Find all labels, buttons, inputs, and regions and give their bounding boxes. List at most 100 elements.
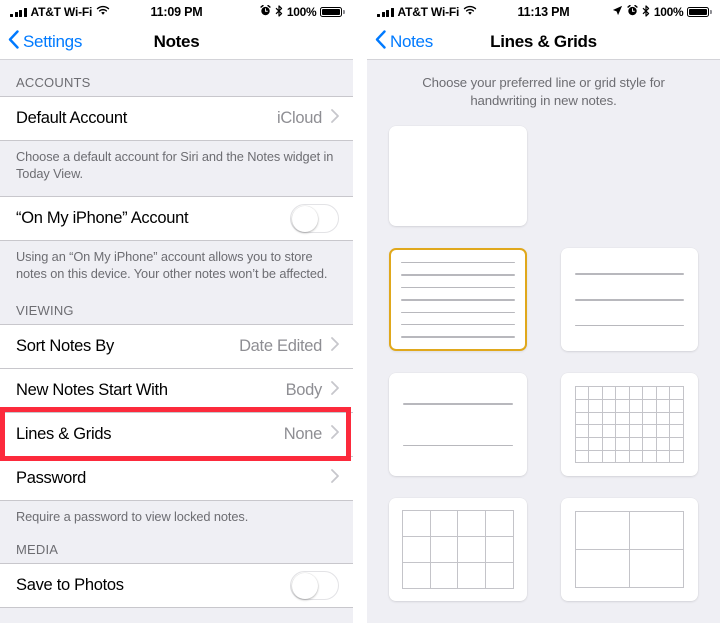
signal-bars-icon xyxy=(10,7,27,17)
grid-cell xyxy=(643,438,657,451)
settings-list[interactable]: ACCOUNTS Default Account iCloud Choose a… xyxy=(0,60,353,623)
chevron-left-icon xyxy=(375,29,386,54)
grid-cell xyxy=(629,412,644,426)
grid-cell xyxy=(458,537,486,564)
nav-bar-left: Settings Notes xyxy=(0,24,353,60)
line-style-picker[interactable]: Choose your preferred line or grid style… xyxy=(367,60,720,623)
grid-cell xyxy=(602,387,617,401)
grid-cell xyxy=(656,400,671,413)
grid-cell xyxy=(602,412,617,426)
row-label: Save to Photos xyxy=(16,576,124,595)
option-grid-small[interactable] xyxy=(560,373,698,477)
grid-cell xyxy=(629,425,644,439)
grid-cell xyxy=(589,412,603,426)
row-value: Date Edited xyxy=(239,337,322,356)
option-grid-spacer xyxy=(561,126,699,226)
grid-cell xyxy=(575,512,630,551)
wifi-icon xyxy=(463,5,477,19)
back-button-notes[interactable]: Notes xyxy=(375,29,433,54)
grid-cell xyxy=(575,400,590,413)
grid-cell xyxy=(589,450,603,464)
option-grid-medium[interactable] xyxy=(389,498,527,602)
grid-cell xyxy=(575,387,590,401)
row-accessory-group xyxy=(290,204,339,234)
row-value: None xyxy=(283,425,323,444)
grid-cell xyxy=(643,450,657,464)
toggle-on-my-iphone[interactable] xyxy=(290,204,339,234)
status-bar-right: AT&T Wi-Fi 11:13 PM 100% xyxy=(367,0,720,24)
row-new-notes-start-with[interactable]: New Notes Start With Body xyxy=(0,368,353,413)
chevron-right-icon xyxy=(331,109,339,128)
panel-divider xyxy=(353,0,367,623)
footnote-password: Require a password to view locked notes. xyxy=(16,509,249,525)
battery-full-icon xyxy=(687,7,712,17)
cell-bottom-divider xyxy=(0,140,353,141)
row-password[interactable]: Password xyxy=(0,456,353,501)
grid-cell xyxy=(616,400,630,413)
lines-preview-wide xyxy=(571,259,689,340)
signal-bars-icon xyxy=(377,7,394,17)
grid-cell xyxy=(485,537,514,564)
row-label: Default Account xyxy=(16,109,128,127)
grid-cell xyxy=(616,450,630,464)
back-button-settings[interactable]: Settings xyxy=(8,29,83,54)
row-accessory-group xyxy=(290,571,339,601)
option-lines-extra-wide[interactable] xyxy=(389,373,527,477)
toggle-knob xyxy=(291,572,318,599)
status-left-group: AT&T Wi-Fi xyxy=(377,5,477,19)
grid-cell xyxy=(589,400,603,413)
grid-cell xyxy=(589,438,603,451)
grid-preview-small xyxy=(571,384,689,465)
status-bar-left: AT&T Wi-Fi 11:09 PM 100% xyxy=(0,0,353,24)
grid-cell xyxy=(575,438,590,451)
row-sort-notes-by[interactable]: Sort Notes By Date Edited xyxy=(0,324,353,369)
wifi-icon xyxy=(96,5,110,19)
row-save-to-photos[interactable]: Save to Photos xyxy=(0,563,353,608)
grid-cell xyxy=(430,537,459,564)
lines-preview-extra-wide xyxy=(399,384,517,465)
row-accessory-group xyxy=(331,469,339,488)
grid-cell xyxy=(616,438,630,451)
lines-and-grids-screen: AT&T Wi-Fi 11:13 PM 100% Notes Lines & G… xyxy=(367,0,720,623)
back-button-label: Settings xyxy=(23,31,83,51)
option-lines-wide[interactable] xyxy=(560,248,698,352)
style-option-grid xyxy=(389,126,699,602)
grid-cell xyxy=(430,563,459,590)
option-grid-large[interactable] xyxy=(560,498,698,602)
grid-cell xyxy=(629,387,644,401)
row-label: New Notes Start With xyxy=(16,381,168,400)
chevron-right-icon xyxy=(331,381,339,400)
chevron-right-icon xyxy=(331,425,339,444)
row-value: iCloud xyxy=(277,109,322,127)
notes-settings-screen: AT&T Wi-Fi 11:09 PM 100% Settings Notes … xyxy=(0,0,353,623)
grid-cell xyxy=(670,400,684,413)
row-label: Lines & Grids xyxy=(16,425,112,444)
row-lines-and-grids[interactable]: Lines & Grids None xyxy=(0,412,353,457)
footnote-accounts: Choose a default account for Siri and th… xyxy=(16,149,334,182)
grid-cell xyxy=(602,438,617,451)
row-default-account[interactable]: Default Account iCloud xyxy=(0,96,353,140)
grid-cell xyxy=(458,511,486,538)
grid-cell xyxy=(403,537,431,564)
row-accessory-group: Date Edited xyxy=(239,337,339,356)
row-on-my-iphone-account[interactable]: “On My iPhone” Account xyxy=(0,196,353,241)
grid-cell xyxy=(656,450,671,464)
alarm-clock-icon xyxy=(627,4,638,19)
grid-cell xyxy=(670,438,684,451)
grid-cell xyxy=(656,412,671,426)
grid-preview-medium xyxy=(399,509,517,590)
grid-cell xyxy=(643,400,657,413)
option-lines-narrow[interactable] xyxy=(389,248,527,352)
two-phone-screenshot: AT&T Wi-Fi 11:09 PM 100% Settings Notes … xyxy=(0,0,720,623)
alarm-clock-icon xyxy=(260,4,271,19)
toggle-save-to-photos[interactable] xyxy=(290,571,339,601)
grid-preview-large xyxy=(571,509,689,590)
row-accessory-group: iCloud xyxy=(277,109,339,128)
battery-percent-label: 100% xyxy=(653,5,684,19)
cell-bottom-divider xyxy=(0,500,353,502)
row-value: Body xyxy=(285,381,323,400)
option-none[interactable] xyxy=(389,126,527,227)
grid-cell xyxy=(485,511,514,538)
grid-cell xyxy=(616,412,630,426)
grid-cell xyxy=(616,425,630,439)
